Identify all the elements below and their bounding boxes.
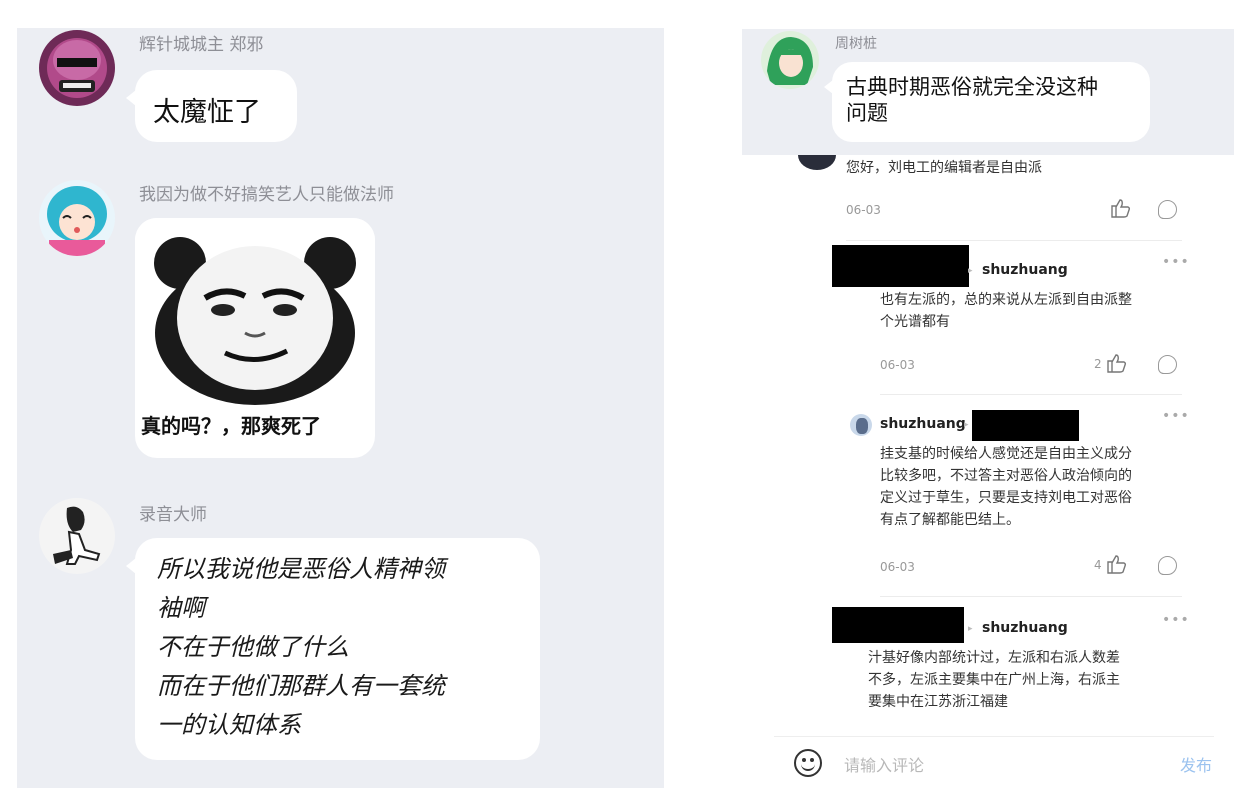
message-bubble: 所以我说他是恶俗人精神领 袖啊 不在于他做了什么 而在于他们那群人有一套统 一的…: [126, 538, 540, 760]
panda-meme-image: [135, 218, 375, 408]
reply-icon[interactable]: [1158, 355, 1177, 374]
reply-arrow-icon: ▸: [968, 266, 973, 276]
avatar[interactable]: [761, 31, 819, 89]
sender-name: 周树桩: [835, 36, 877, 52]
more-options-icon[interactable]: •••: [1162, 254, 1190, 270]
sticker-caption: 真的吗？，那爽死了: [141, 414, 321, 438]
divider: [846, 240, 1182, 241]
comment-date: 06-03: [880, 560, 915, 574]
reply-to-username[interactable]: shuzhuang: [982, 620, 1068, 636]
redacted-username: [832, 245, 969, 287]
comment-text-line: 比较多吧，不过答主对恶俗人政治倾向的: [880, 468, 1132, 484]
comment-text-line: 不多，左派主要集中在广州上海，右派主: [868, 672, 1120, 688]
avatar[interactable]: [39, 180, 115, 256]
message-line: 一的认知体系: [157, 711, 301, 739]
divider: [880, 596, 1182, 597]
left-chat-panel: 辉针城城主 郑邪 太魔怔了 我因为做不好搞笑艺人只能做法师 真的吗？，那爽死了 …: [17, 28, 664, 788]
comment-text-line: 挂支基的时候给人感觉还是自由主义成分: [880, 446, 1132, 462]
comment-text-line: 有点了解都能巴结上。: [880, 512, 1020, 528]
message-line: 所以我说他是恶俗人精神领: [157, 555, 445, 583]
divider: [880, 394, 1182, 395]
emoji-icon[interactable]: [794, 749, 822, 777]
sticker-bubble[interactable]: 真的吗？，那爽死了: [135, 218, 375, 458]
more-options-icon[interactable]: •••: [1162, 612, 1190, 628]
message-line: 不在于他做了什么: [157, 633, 349, 661]
like-count: 2: [1094, 357, 1102, 371]
message-line: 袖啊: [157, 594, 205, 622]
more-options-icon[interactable]: •••: [1162, 408, 1190, 424]
sender-name: 我因为做不好搞笑艺人只能做法师: [139, 185, 394, 205]
reply-icon[interactable]: [1158, 556, 1177, 575]
sender-name: 辉针城城主 郑邪: [139, 35, 264, 55]
chat-message-overlay: 周树桩 古典时期恶俗就完全没这种 问题: [742, 29, 1234, 155]
avatar[interactable]: [39, 30, 115, 106]
send-button[interactable]: 发布: [1180, 752, 1212, 776]
comment-date: 06-03: [880, 358, 915, 372]
message-line: 古典时期恶俗就完全没这种: [846, 75, 1098, 99]
reply-to-username[interactable]: shuzhuang: [982, 262, 1068, 278]
reply-icon[interactable]: [1158, 200, 1177, 219]
thumbs-up-icon[interactable]: [1106, 353, 1128, 373]
comment-text-line: 汁基好像内部统计过，左派和右派人数差: [868, 650, 1120, 666]
reply-arrow-icon: ▸: [968, 624, 973, 634]
thumbs-up-icon[interactable]: [1106, 554, 1128, 574]
reply-arrow-icon: ▸: [964, 420, 969, 430]
comment-text: 您好，刘电工的编辑者是自由派: [846, 160, 1042, 176]
message-line: 问题: [846, 101, 888, 125]
comment-input-bar: 请输入评论 发布: [774, 736, 1214, 786]
message-bubble: 太魔怔了: [126, 70, 297, 142]
avatar[interactable]: [39, 498, 115, 574]
thumbs-up-icon[interactable]: [1110, 198, 1132, 218]
comment-text-line: 要集中在江苏浙江福建: [868, 694, 1008, 710]
sender-name: 录音大师: [139, 505, 207, 525]
redacted-username: [972, 410, 1079, 441]
comment-text-line: 个光谱都有: [880, 314, 950, 330]
comment-input[interactable]: 请输入评论: [844, 752, 924, 776]
comment-author[interactable]: shuzhuang: [880, 416, 966, 432]
comment-text-line: 定义过于草生，只要是支持刘电工对恶俗: [880, 490, 1132, 506]
comment-text-line: 也有左派的，总的来说从左派到自由派整: [880, 292, 1132, 308]
message-line: 而在于他们那群人有一套统: [157, 672, 445, 700]
comment-date: 06-03: [846, 203, 881, 217]
message-bubble: 古典时期恶俗就完全没这种 问题: [824, 62, 1150, 142]
redacted-username: [832, 607, 964, 643]
avatar[interactable]: [850, 414, 872, 436]
like-count: 4: [1094, 558, 1102, 572]
right-panel: 您好，刘电工的编辑者是自由派 06-03 ▸ shuzhuang ••• 也有左…: [742, 0, 1236, 804]
